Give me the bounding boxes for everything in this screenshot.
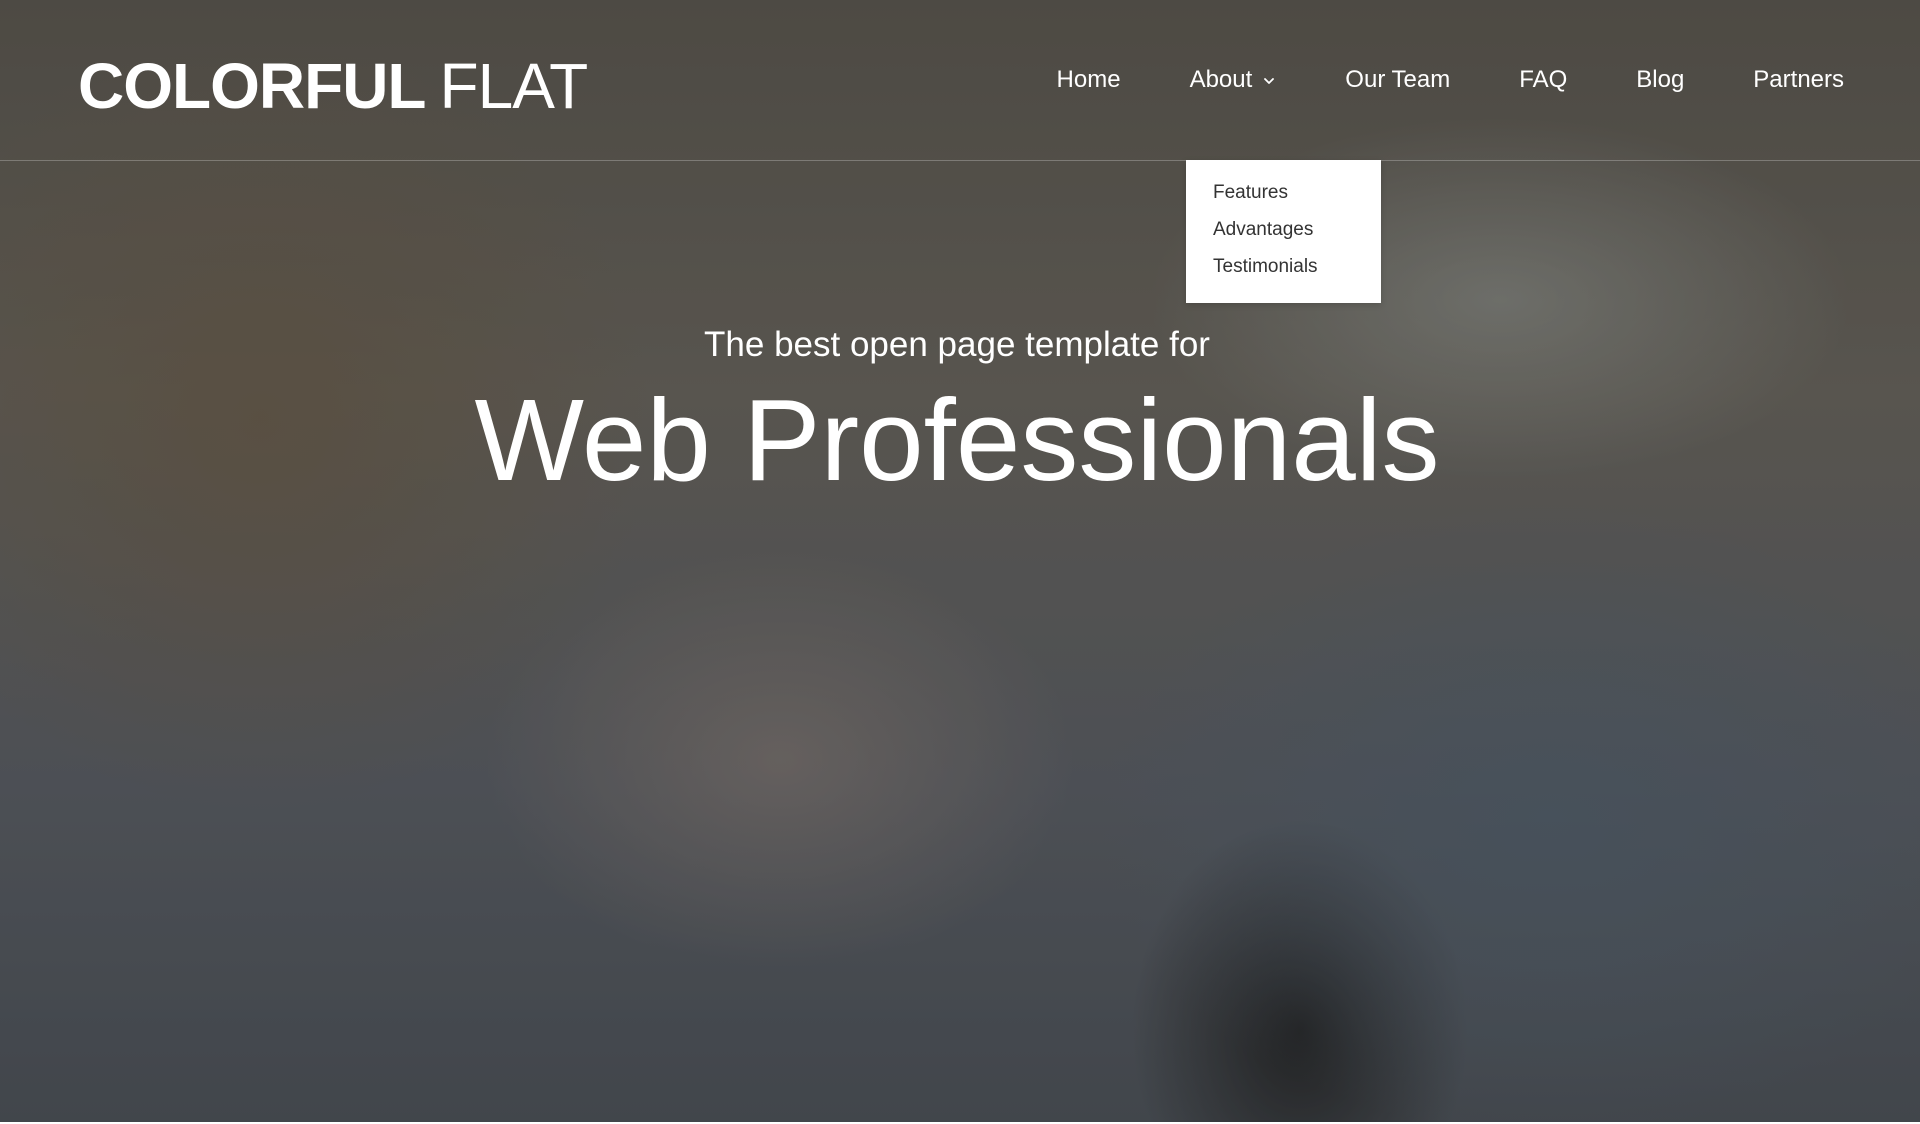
nav-item-our-team[interactable]: Our Team xyxy=(1345,64,1450,96)
main-nav: Home About Our Team FAQ Blog Partners xyxy=(1057,64,1844,96)
site-header: COLORFUL FLAT Home About Our Team FAQ Blo… xyxy=(0,0,1920,161)
nav-item-label: Home xyxy=(1056,66,1121,93)
nav-item-blog[interactable]: Blog xyxy=(1636,64,1684,96)
nav-item-label: Blog xyxy=(1636,66,1685,93)
hero-headline-text: Web Professionals xyxy=(474,375,1440,505)
dropdown-item-features[interactable]: Features xyxy=(1213,181,1288,205)
chevron-down-icon xyxy=(1264,78,1275,84)
dropdown-item-advantages[interactable]: Advantages xyxy=(1213,218,1313,242)
nav-item-label: Our Team xyxy=(1345,66,1451,93)
dropdown-item-testimonials[interactable]: Testimonials xyxy=(1213,255,1318,279)
nav-item-label: Partners xyxy=(1753,66,1844,93)
hero-tagline-text: The best open page template for xyxy=(704,325,1210,364)
nav-item-home[interactable]: Home xyxy=(1057,64,1121,96)
nav-item-faq[interactable]: FAQ xyxy=(1519,64,1567,96)
nav-item-label: About xyxy=(1189,66,1253,93)
nav-item-partners[interactable]: Partners xyxy=(1753,64,1844,96)
hero-headline: Web Professionals xyxy=(0,375,1920,505)
logo-bold-text: COLORFUL xyxy=(78,50,426,122)
nav-item-label: FAQ xyxy=(1519,66,1568,93)
site-logo[interactable]: COLORFUL FLAT xyxy=(78,48,589,124)
hero-section: COLORFUL FLAT Home About Our Team FAQ Blo… xyxy=(0,0,1920,1122)
about-dropdown-menu: Features Advantages Testimonials xyxy=(1186,160,1381,303)
logo-light-text: FLAT xyxy=(439,50,589,122)
nav-item-about[interactable]: About xyxy=(1190,64,1277,96)
hero-tagline: The best open page template for xyxy=(0,322,1920,368)
